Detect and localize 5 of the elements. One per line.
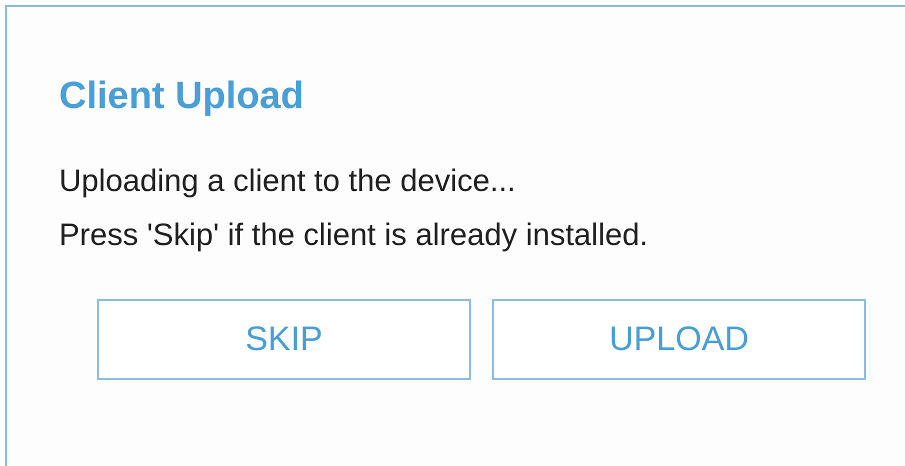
message-text: Press 'Skip' if the client is already installed. — [59, 216, 648, 254]
message-text: Uploading a client to the device... — [59, 162, 516, 200]
dialog-title: Client Upload — [59, 77, 304, 115]
dialog-button[interactable]: UPLOAD — [492, 299, 866, 380]
dialog-button[interactable]: SKIP — [97, 299, 471, 380]
